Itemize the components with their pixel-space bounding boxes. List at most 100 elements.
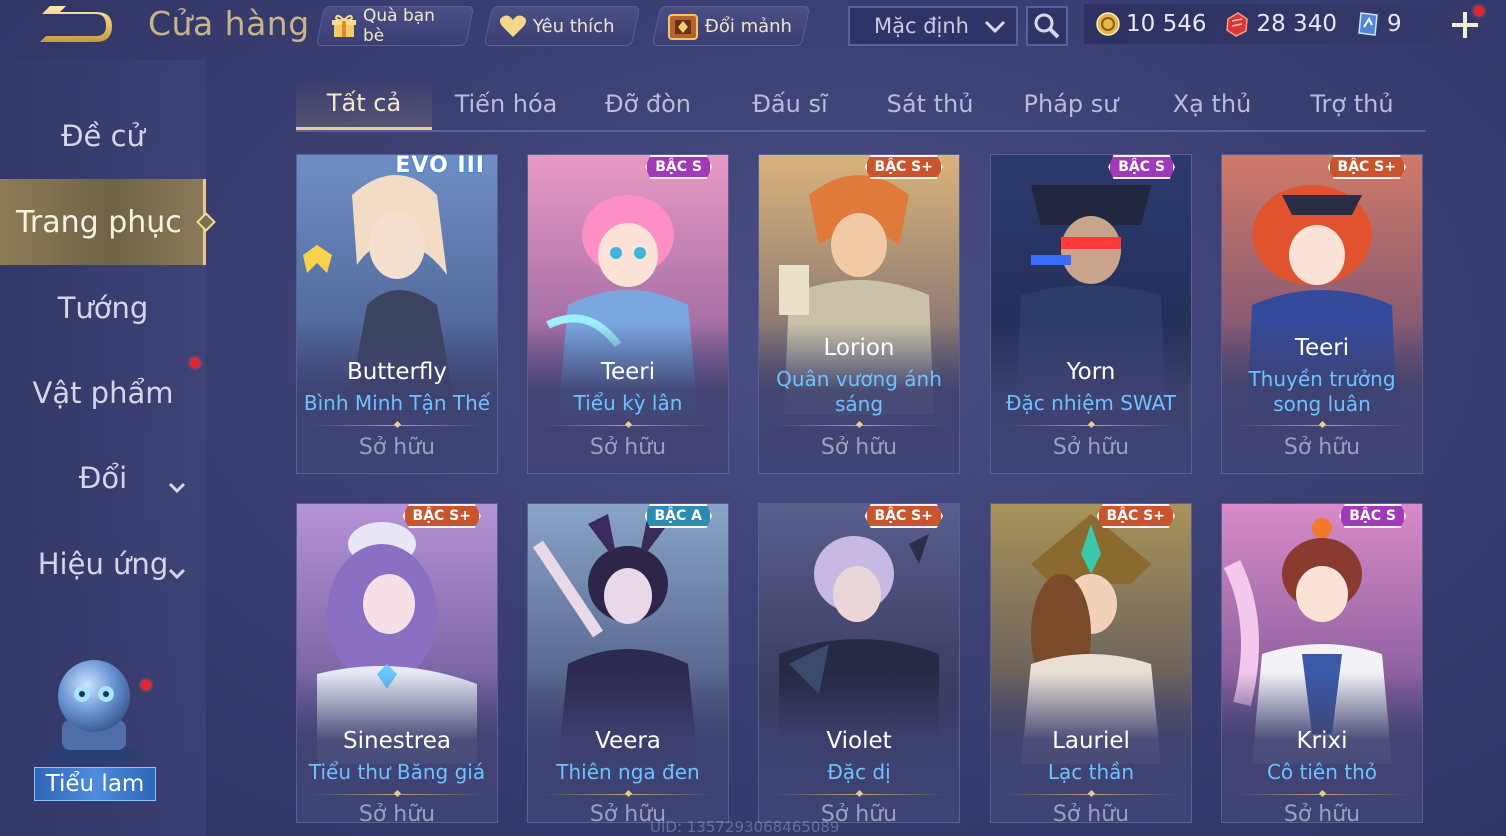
skin-name: Quân vương ánh [776,367,942,391]
gold-amount: 10 546 [1126,11,1207,37]
tab-fighter[interactable]: Đấu sĩ [720,78,860,130]
sidebar-item-heroes[interactable]: Tướng [0,268,206,348]
category-tabs: Tất cả Tiến hóa Đỡ đòn Đấu sĩ Sát thủ Ph… [296,78,1426,132]
owned-status: Sở hữu [589,435,667,460]
divider [542,425,714,426]
gold-coin-icon [1096,12,1120,36]
sort-dropdown[interactable]: Mặc định [848,6,1018,46]
skin-name: Tiểu kỳ lân [573,391,683,415]
skin-card[interactable]: BẬC S+ Teeri Thuyền trưởng song luân Sở … [1221,154,1423,474]
tab-assassin[interactable]: Sát thủ [860,78,1000,130]
sidebar-item-exchange[interactable]: Đổi [0,438,206,518]
sidebar-item-label: Đề cử [61,119,145,153]
owned-status: Sở hữu [1052,802,1130,823]
skin-card[interactable]: EVO III Butterfly Bình Minh Tận Thế Sở h… [296,154,498,474]
hero-name: Violet [826,728,892,754]
ticket-amount: 9 [1386,11,1402,37]
favorites-button[interactable]: Yêu thích [483,6,641,46]
sidebar-item-label: Vật phẩm [32,376,174,410]
shard-exchange-button[interactable]: Đổi mảnh [651,6,811,46]
skin-card[interactable]: BẬC A Veera Thiên nga đen Sở hữu [527,503,729,823]
gold-currency: 10 546 [1096,11,1206,37]
skin-card[interactable]: BẬC S Teeri Tiểu kỳ lân Sở hữu [527,154,729,474]
skin-name: Đặc nhiệm SWAT [1006,391,1176,415]
sidebar-item-items[interactable]: Vật phẩm [0,353,206,433]
mascot-robot-icon[interactable] [34,624,154,774]
blue-ticket-icon [1355,11,1381,37]
divider [773,794,945,795]
sidebar-item-recommended[interactable]: Đề cử [0,96,206,176]
skin-card[interactable]: BẬC S Yorn Đặc nhiệm SWAT Sở hữu [990,154,1192,474]
divider [773,425,945,426]
owned-status: Sở hữu [1052,435,1130,460]
friend-gift-label: Quà bạn bè [363,6,435,46]
skin-name: Thuyền trưởng [1248,367,1396,391]
heart-icon [499,14,527,38]
sort-value: Mặc định [874,14,969,38]
shard-exchange-label: Đổi mảnh [705,15,793,37]
chevron-down-icon [168,468,186,502]
tier-badge: BẬC S [1108,155,1175,179]
notification-dot [141,680,151,690]
sidebar-item-label: Tướng [57,291,149,325]
tab-mage[interactable]: Pháp sư [1000,78,1142,130]
owned-status: Sở hữu [1283,435,1361,460]
hero-name: Sinestrea [343,728,451,754]
divider [311,425,483,426]
tier-badge: BẬC S+ [402,504,481,528]
voucher-amount: 28 340 [1256,11,1337,37]
tab-support[interactable]: Trợ thủ [1282,78,1422,130]
hero-name: Butterfly [346,359,448,385]
divider [1005,425,1177,426]
shard-chest-icon [667,11,699,41]
chevron-down-icon [168,554,186,588]
evo-tier-badge: EVO III [395,154,485,178]
back-arrow-icon[interactable] [36,6,118,46]
currency-bar: 10 546 28 340 9 [1084,4,1502,44]
hero-name: Teeri [1294,335,1350,361]
notification-dot [190,358,200,368]
hero-name: Yorn [1066,359,1116,385]
skin-card[interactable]: BẬC S+ Violet Đặc dị Sở hữu [758,503,960,823]
skin-name: Cô tiên thỏ [1266,760,1378,784]
skin-card[interactable]: BẬC S+ Sinestrea Tiểu thư Băng giá Sở hữ… [296,503,498,823]
hero-name: Veera [595,728,661,754]
tab-tank[interactable]: Đỡ đòn [578,78,718,130]
sidebar-item-label: Đổi [78,461,128,495]
skin-name-line2: sáng [834,392,884,416]
skin-card[interactable]: BẬC S+ Lauriel Lạc thần Sở hữu [990,503,1192,823]
sidebar-item-skins[interactable]: Trang phục [0,179,216,265]
uid-watermark: UID: 1357293068465089 [650,818,840,836]
tab-marksman[interactable]: Xạ thủ [1142,78,1282,130]
divider [1236,425,1408,426]
sidebar-item-effects[interactable]: Hiệu ứng [0,524,206,604]
hero-name: Krixi [1296,728,1348,754]
top-bar: Cửa hàng Quà bạn bè Yêu thích Đổi mảnh M… [0,0,1506,54]
tab-evolution[interactable]: Tiến hóa [436,78,576,130]
skin-name: Đặc dị [827,760,891,784]
search-button[interactable] [1026,6,1068,46]
skin-card[interactable]: BẬC S+ Lorion Quân vương ánh sáng Sở hữu [758,154,960,474]
tier-badge: BẬC S [645,155,712,179]
search-icon [1033,12,1061,40]
hero-name: Lauriel [1052,728,1130,754]
skin-card[interactable]: BẬC S Krixi Cô tiên thỏ Sở hữu [1221,503,1423,823]
hero-name: Lorion [823,335,895,361]
tier-badge: BẬC S [1339,504,1406,528]
tab-all[interactable]: Tất cả [296,78,432,130]
ticket-currency: 9 [1355,11,1402,37]
page-title: Cửa hàng [148,4,310,43]
divider [542,794,714,795]
tier-badge: BẬC S+ [1096,504,1175,528]
hero-name: Teeri [600,359,656,385]
divider [1005,794,1177,795]
skin-name-line2: song luân [1273,392,1371,416]
gift-icon [331,13,357,39]
mascot-label[interactable]: Tiểu lam [34,767,156,801]
owned-status: Sở hữu [358,435,436,460]
sidebar-item-label: Trang phục [16,204,182,240]
friend-gift-button[interactable]: Quà bạn bè [315,6,475,46]
tier-badge: BẬC S+ [864,504,943,528]
owned-status: Sở hữu [1283,802,1361,823]
tier-badge: BẬC S+ [1327,155,1406,179]
